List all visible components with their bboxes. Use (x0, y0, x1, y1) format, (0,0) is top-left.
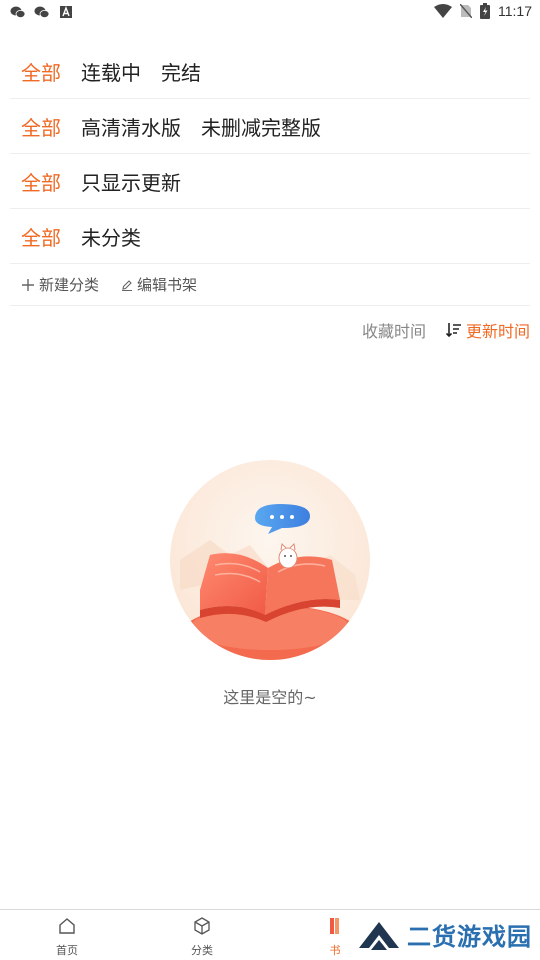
filter-option-uncut-version[interactable]: 未删减完整版 (201, 112, 321, 141)
sort-update-time-label: 更新时间 (465, 322, 530, 341)
filter-option-all[interactable]: 全部 (21, 112, 61, 141)
shelf-actions: 新建分类 编辑书架 (10, 264, 530, 306)
nav-category-label: 分类 (191, 944, 213, 957)
wechat-icon (10, 6, 26, 18)
status-right-icons: 11:17 (434, 3, 532, 19)
filter-panel: 全部 连载中 完结 全部 高清清水版 未删减完整版 全部 只显示更新 全部 未分… (10, 44, 530, 264)
plus-icon (21, 278, 35, 292)
nav-home[interactable]: 首页 (37, 916, 97, 958)
battery-icon (480, 3, 490, 19)
filter-option-all[interactable]: 全部 (21, 222, 61, 251)
sort-bar: 收藏时间 更新时间 (362, 318, 530, 342)
filter-option-all[interactable]: 全部 (21, 57, 61, 86)
filter-option-uncategorized[interactable]: 未分类 (81, 222, 141, 251)
filter-row-update: 全部 只显示更新 (10, 154, 530, 209)
cube-icon (194, 917, 210, 935)
wechat-icon (34, 6, 50, 18)
books-icon (330, 918, 339, 934)
filter-option-completed[interactable]: 完结 (161, 57, 201, 86)
empty-state-text: 这里是空的~ (223, 688, 317, 707)
nav-home-label: 首页 (56, 944, 78, 957)
new-category-button[interactable]: 新建分类 (21, 274, 99, 295)
watermark-logo-icon (359, 922, 399, 950)
filter-row-category: 全部 未分类 (10, 209, 530, 264)
watermark: 二货游戏园 (351, 910, 532, 958)
new-category-label: 新建分类 (39, 276, 100, 294)
sort-collect-time-label: 收藏时间 (361, 322, 426, 341)
edit-shelf-label: 编辑书架 (137, 276, 198, 294)
empty-book-illustration (170, 460, 370, 660)
status-left-icons (10, 4, 74, 20)
filter-option-updated-only[interactable]: 只显示更新 (81, 167, 181, 196)
wifi-icon (434, 4, 452, 18)
filter-row-version: 全部 高清清水版 未删减完整版 (10, 99, 530, 154)
home-icon (59, 918, 75, 934)
nav-category[interactable]: 分类 (172, 916, 232, 958)
sort-collect-time[interactable]: 收藏时间 (362, 318, 426, 342)
app-a-icon (60, 6, 72, 18)
watermark-text: 二货游戏园 (407, 922, 532, 951)
sort-descending-icon (445, 322, 462, 338)
cat-figure (278, 542, 298, 569)
status-bar: 11:17 (0, 0, 540, 24)
filter-option-clean-version[interactable]: 高清清水版 (81, 112, 181, 141)
edit-shelf-button[interactable]: 编辑书架 (121, 274, 197, 295)
no-sim-icon (460, 4, 472, 18)
filter-option-all[interactable]: 全部 (21, 167, 61, 196)
filter-option-serializing[interactable]: 连载中 (81, 57, 141, 86)
sort-update-time[interactable]: 更新时间 (445, 318, 530, 342)
pencil-icon (121, 279, 133, 291)
status-time: 11:17 (498, 3, 532, 19)
filter-row-status: 全部 连载中 完结 (10, 44, 530, 99)
